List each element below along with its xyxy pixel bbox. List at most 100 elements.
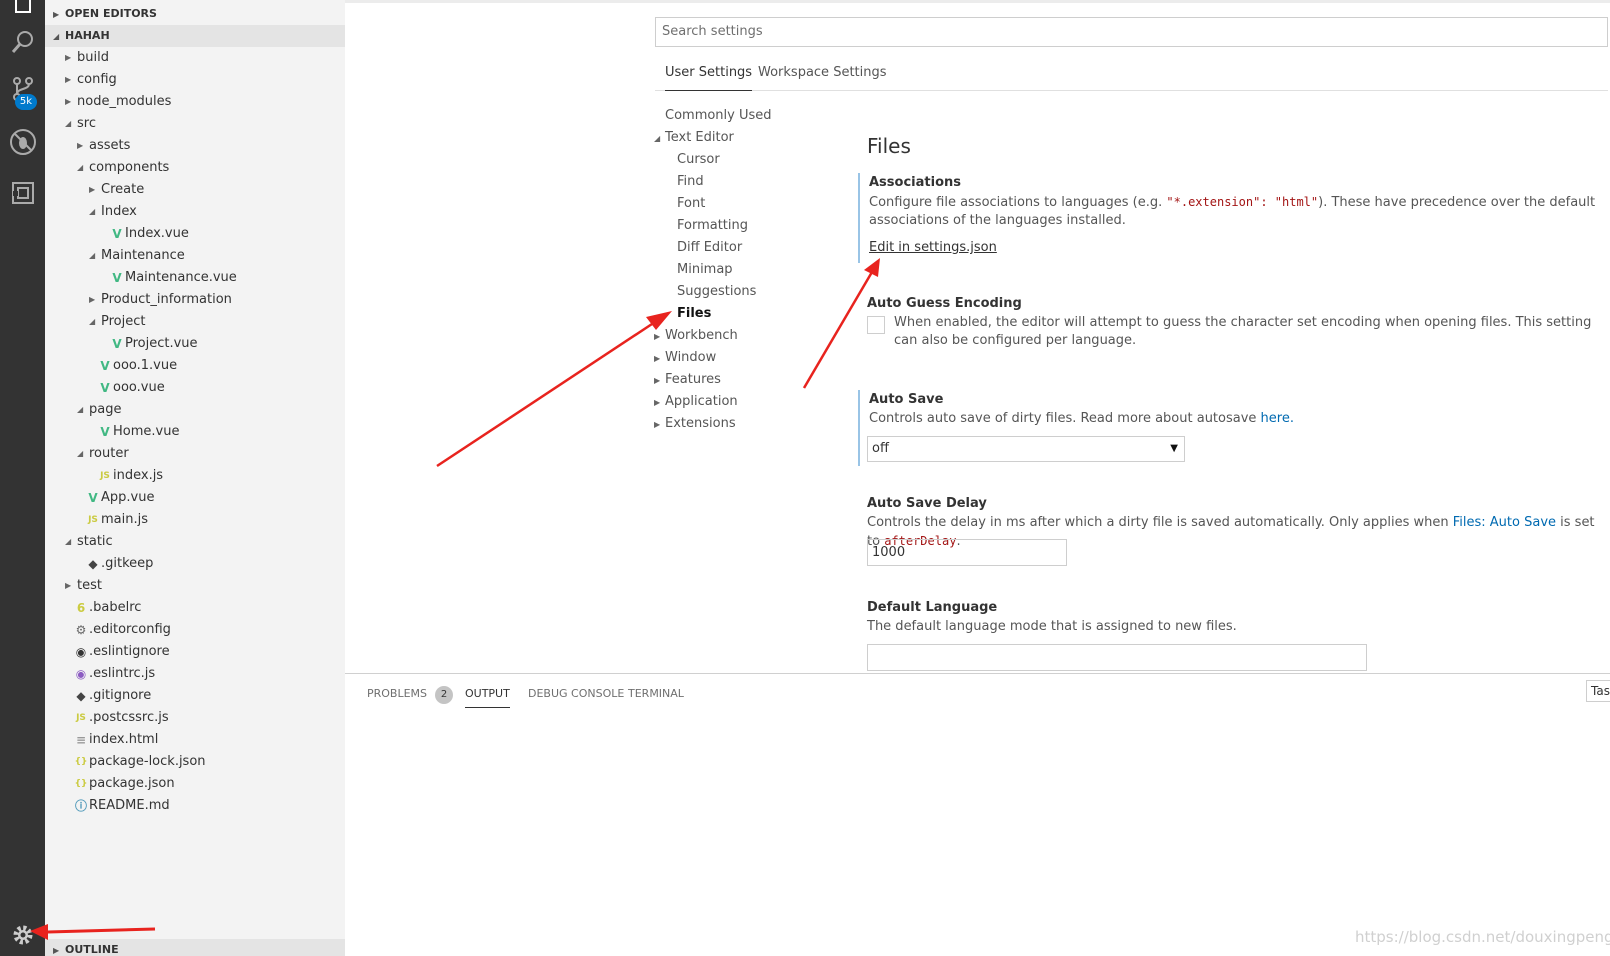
auto-save-select[interactable]: off ▼ [867,436,1185,462]
setting-associations: Associations Configure file associations… [858,173,1598,263]
extensions-icon[interactable] [0,173,45,213]
tab-terminal[interactable]: TERMINAL [628,684,684,708]
tree-folder[interactable]: ◢ Maintenance [45,245,345,267]
tree-file[interactable]: ◆ .gitignore [45,685,345,707]
gear-file-icon: ⚙ [75,623,87,637]
tree-file[interactable]: ≡ index.html [45,729,345,751]
toc-item[interactable]: ◢ Text Editor [654,127,734,149]
section-title: Files [867,134,911,158]
gear-icon[interactable] [0,915,45,955]
tab-problems[interactable]: PROBLEMS 2 [367,684,454,708]
toc-item[interactable]: Minimap [677,259,733,281]
tab-debug-console[interactable]: DEBUG CONSOLE [528,684,624,708]
settings-search-input[interactable]: Search settings [655,17,1608,47]
tree-folder[interactable]: ▶ Product_information [45,289,345,311]
setting-default-language: Default Language The default language mo… [858,598,1598,636]
tree-file[interactable]: ◉ .eslintignore [45,641,345,663]
tree-file[interactable]: Vooo.1.vue [45,355,345,377]
tree-file[interactable]: ◉ .eslintrc.js [45,663,345,685]
tree-folder[interactable]: ◢ src [45,113,345,135]
auto-guess-encoding-checkbox[interactable] [867,316,885,334]
tree-file[interactable]: V Project.vue [45,333,345,355]
tree-folder[interactable]: ◢ static [45,531,345,553]
tree-folder[interactable]: ▶ Create [45,179,345,201]
tree-file[interactable]: {} package.json [45,773,345,795]
setting-description: Controls auto save of dirty files. Read … [869,411,1294,426]
tree-file[interactable]: JS index.js [45,465,345,487]
setting-description: Configure file associations to languages… [869,195,1596,228]
autosave-here-link[interactable]: here. [1261,411,1294,426]
auto-save-delay-input[interactable]: 1000 [867,539,1067,566]
babel-file-icon: 6 [76,601,86,615]
toc-item[interactable]: Files [677,303,711,325]
toc-item[interactable]: Diff Editor [677,237,742,259]
tree-file[interactable]: {} package-lock.json [45,751,345,773]
toc-item-label: Features [665,372,721,387]
json-file-icon: {} [74,757,88,767]
toc-item[interactable]: ▶ Window [654,347,716,369]
tab-workspace-settings[interactable]: Workspace Settings [758,58,887,91]
chevron-right-icon: ▶ [654,420,661,429]
scm-badge: 5k [15,94,37,110]
tree-folder[interactable]: ▶ config [45,69,345,91]
toc-item-label: Workbench [665,328,738,343]
chevron-right-icon: ▶ [65,75,72,84]
debug-icon[interactable] [0,122,45,162]
tree-item-label: package-lock.json [89,754,206,769]
tab-output[interactable]: OUTPUT [465,684,510,708]
chevron-right-icon: ▶ [89,295,96,304]
tree-folder[interactable]: ▶ test [45,575,345,597]
toc-item[interactable]: ▶ Extensions [654,413,736,435]
chevron-down-icon: ◢ [654,134,661,143]
vue-file-icon: V [100,425,110,439]
task-select[interactable]: Tas [1586,680,1610,702]
chevron-down-icon: ◢ [77,449,84,458]
tree-file[interactable]: V Maintenance.vue [45,267,345,289]
toc-item[interactable]: Formatting [677,215,748,237]
tree-file[interactable]: 6 .babelrc [45,597,345,619]
edit-in-settings-json-link[interactable]: Edit in settings.json [860,240,997,255]
activity-bar: 5k [0,0,45,956]
toc-item[interactable]: ▶ Application [654,391,738,413]
project-header[interactable]: ◢ HAHAH [45,25,345,47]
tree-folder[interactable]: ◢ router [45,443,345,465]
tree-file[interactable]: JS .postcssrc.js [45,707,345,729]
toc-item[interactable]: ▶ Features [654,369,721,391]
chevron-right-icon: ▶ [65,581,72,590]
tree-file[interactable]: V Index.vue [45,223,345,245]
default-language-input[interactable] [867,644,1367,671]
chevron-down-icon: ◢ [89,317,96,326]
tree-item-label: Project.vue [125,336,198,351]
tree-item-label: Maintenance.vue [125,270,237,285]
tree-folder[interactable]: ▶ assets [45,135,345,157]
toc-item[interactable]: Find [677,171,704,193]
tree-folder[interactable]: ▶ build [45,47,345,69]
chevron-right-icon: ▶ [77,141,84,150]
tree-file[interactable]: V Home.vue [45,421,345,443]
files-icon[interactable] [0,0,45,22]
chevron-right-icon: ▶ [53,10,60,19]
tree-folder[interactable]: ◢ page [45,399,345,421]
tree-file[interactable]: Vooo.vue [45,377,345,399]
toc-item[interactable]: Font [677,193,705,215]
tree-folder[interactable]: ◢ components [45,157,345,179]
tree-file[interactable]: ⚙ .editorconfig [45,619,345,641]
tree-file[interactable]: JS main.js [45,509,345,531]
tree-item-label: package.json [89,776,175,791]
tree-file[interactable]: V App.vue [45,487,345,509]
tree-folder[interactable]: ▶ node_modules [45,91,345,113]
toc-item[interactable]: Commonly Used [654,105,772,127]
files-auto-save-link[interactable]: Files: Auto Save [1453,515,1556,530]
tree-folder[interactable]: ◢ Project [45,311,345,333]
tree-file[interactable]: ⓘ README.md [45,795,345,817]
toc-item[interactable]: Cursor [677,149,720,171]
outline-header[interactable]: ▶ OUTLINE [45,939,345,956]
tab-user-settings[interactable]: User Settings [665,58,753,91]
tree-folder[interactable]: ◢ Index [45,201,345,223]
toc-item[interactable]: ▶ Workbench [654,325,738,347]
search-icon[interactable] [0,22,45,62]
tree-file[interactable]: ◆ .gitkeep [45,553,345,575]
open-editors-header[interactable]: ▶ OPEN EDITORS [45,3,345,25]
chevron-down-icon: ◢ [65,537,72,546]
toc-item[interactable]: Suggestions [677,281,756,303]
